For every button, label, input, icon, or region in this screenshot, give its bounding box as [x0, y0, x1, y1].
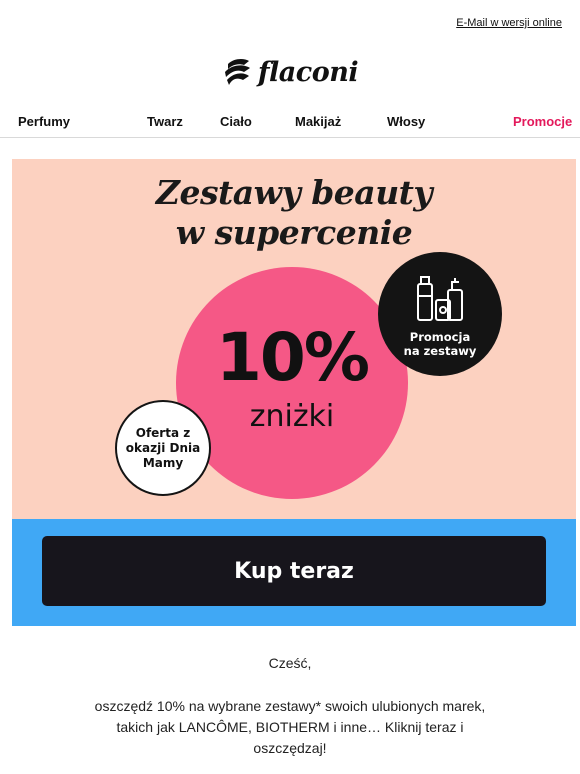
mothers-day-line2: okazji Dnia [125, 440, 201, 455]
online-version-link[interactable]: E-Mail w wersji online [456, 17, 562, 29]
sets-promo-badge: Promocja na zestawy [378, 252, 502, 376]
mothers-day-badge: Oferta z okazji Dnia Mamy [115, 400, 211, 496]
hero-banner[interactable]: Zestawy beauty w supercenie 10% zniżki P… [12, 159, 576, 519]
nav-item-twarz[interactable]: Twarz [147, 114, 183, 129]
body-line3: oszczędzaj! [253, 740, 327, 756]
nav-item-perfumy[interactable]: Perfumy [18, 114, 70, 129]
main-navigation: Perfumy Twarz Ciało Makijaż Włosy Promoc… [0, 108, 580, 138]
nav-item-cialo[interactable]: Ciało [220, 114, 252, 129]
discount-label: zniżki [249, 399, 335, 434]
buy-now-button[interactable]: Kup teraz [42, 536, 546, 606]
mothers-day-line1: Oferta z [135, 425, 191, 440]
discount-value: 10% [216, 319, 370, 396]
body-paragraph: oszczędź 10% na wybrane zestawy* swoich … [90, 696, 490, 759]
cta-band: Kup teraz [12, 519, 576, 626]
body-line1: oszczędź 10% na wybrane zestawy* swoich … [94, 698, 486, 714]
nav-item-makijaz[interactable]: Makijaż [295, 114, 341, 129]
mothers-day-line3: Mamy [142, 455, 184, 470]
greeting-text: Cześć, [268, 655, 312, 671]
hero-title-line2: w supercenie [175, 213, 413, 252]
flaconi-brush-logo-icon [224, 59, 250, 85]
body-line2: takich jak LANCÔME, BIOTHERM i inne… Kli… [116, 719, 464, 735]
cosmetics-bottles-icon [417, 276, 463, 321]
sets-badge-line2: na zestawy [403, 344, 477, 358]
nav-item-wlosy[interactable]: Włosy [387, 114, 425, 129]
logo-wordmark: flaconi [257, 56, 359, 88]
sets-badge-line1: Promocja [409, 330, 471, 344]
hero-title-line1: Zestawy beauty [155, 173, 433, 212]
hero-title: Zestawy beauty w supercenie [12, 173, 576, 253]
flaconi-logo[interactable]: flaconi [0, 52, 580, 92]
nav-item-promocje[interactable]: Promocje [513, 114, 572, 129]
